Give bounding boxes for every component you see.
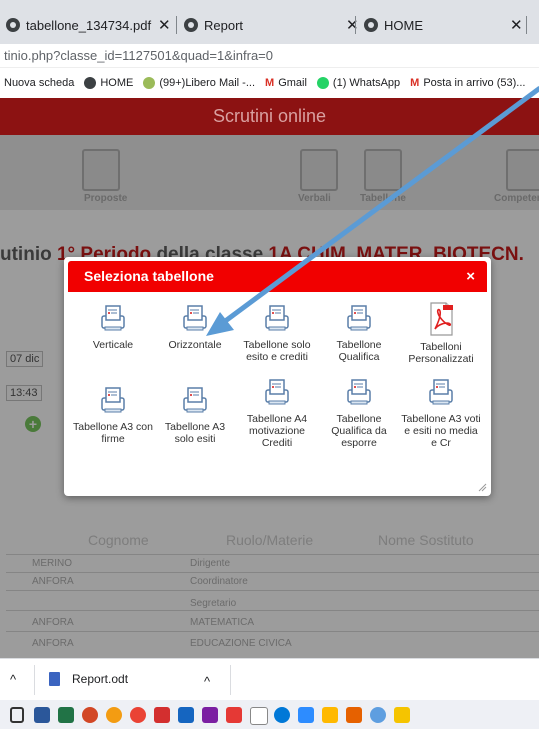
app-icon[interactable] bbox=[370, 707, 386, 723]
excel-icon[interactable] bbox=[58, 707, 74, 723]
notepad-icon[interactable] bbox=[250, 707, 268, 725]
document-icon bbox=[49, 672, 60, 686]
firefox-icon[interactable] bbox=[106, 707, 122, 723]
chrome-icon[interactable] bbox=[130, 707, 146, 723]
file-explorer-icon[interactable] bbox=[322, 707, 338, 723]
app-icon[interactable] bbox=[178, 707, 194, 723]
annotation-arrow-icon bbox=[206, 85, 539, 336]
acrobat-icon[interactable] bbox=[154, 707, 170, 723]
task-view-icon[interactable] bbox=[10, 707, 24, 723]
skype-icon[interactable] bbox=[274, 707, 290, 723]
word-icon[interactable] bbox=[34, 707, 50, 723]
chevron-up-icon[interactable]: ^ bbox=[10, 672, 16, 687]
vlc-icon[interactable] bbox=[346, 707, 362, 723]
app-icon[interactable] bbox=[226, 707, 242, 723]
app-icon[interactable] bbox=[202, 707, 218, 723]
app-icon[interactable] bbox=[394, 707, 410, 723]
windows-taskbar bbox=[0, 700, 539, 729]
chevron-up-icon[interactable]: ^ bbox=[204, 674, 210, 689]
download-item[interactable]: Report.odt bbox=[49, 672, 128, 686]
zoom-icon[interactable] bbox=[298, 707, 314, 723]
downloads-bar: ^ Report.odt ^ bbox=[0, 658, 539, 701]
powerpoint-icon[interactable] bbox=[82, 707, 98, 723]
